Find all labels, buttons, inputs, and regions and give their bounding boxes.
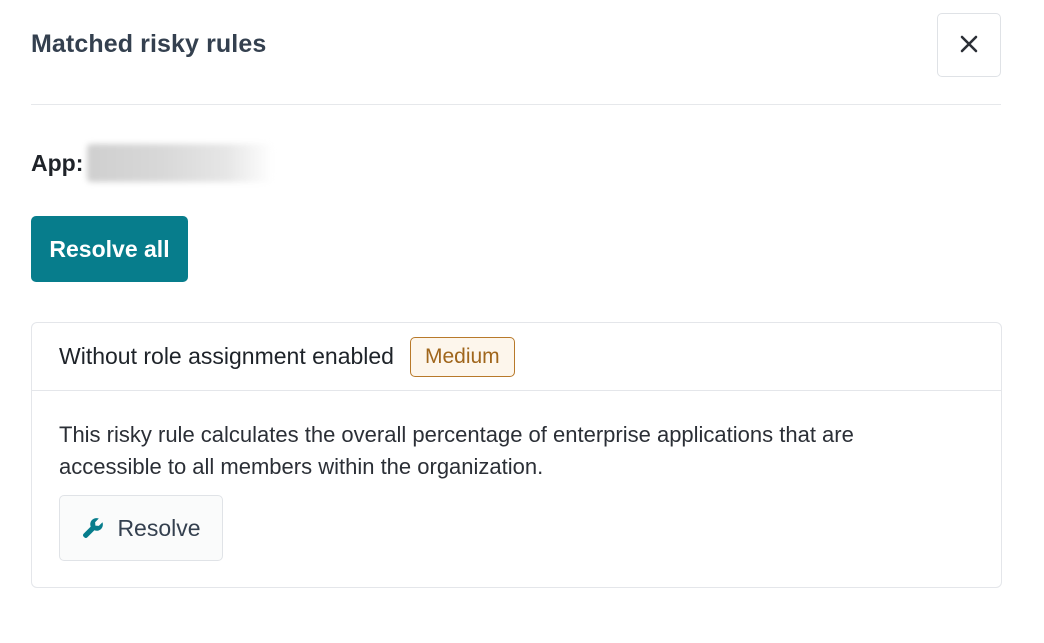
rule-description: This risky rule calculates the overall p… — [59, 422, 854, 479]
page-title: Matched risky rules — [31, 30, 267, 58]
rule-card-header: Without role assignment enabled Medium — [32, 323, 1001, 391]
app-info: App: — [31, 144, 274, 182]
rule-card: Without role assignment enabled Medium T… — [31, 322, 1002, 588]
severity-badge: Medium — [409, 336, 515, 377]
resolve-button-label: Resolve — [117, 514, 201, 541]
close-button[interactable] — [937, 13, 1001, 77]
resolve-all-button[interactable]: Resolve all — [31, 216, 188, 282]
resolve-button[interactable]: Resolve — [59, 495, 223, 561]
wrench-icon — [81, 516, 105, 540]
panel-header: Matched risky rules — [31, 0, 1001, 105]
app-label: App: — [31, 149, 84, 176]
app-name-redacted — [87, 144, 274, 182]
rule-card-body: This risky rule calculates the overall p… — [32, 391, 1001, 561]
rule-name: Without role assignment enabled — [59, 343, 394, 369]
close-icon — [960, 35, 978, 56]
risky-rules-panel: Matched risky rules App: Resolve all Wit… — [0, 0, 1044, 643]
